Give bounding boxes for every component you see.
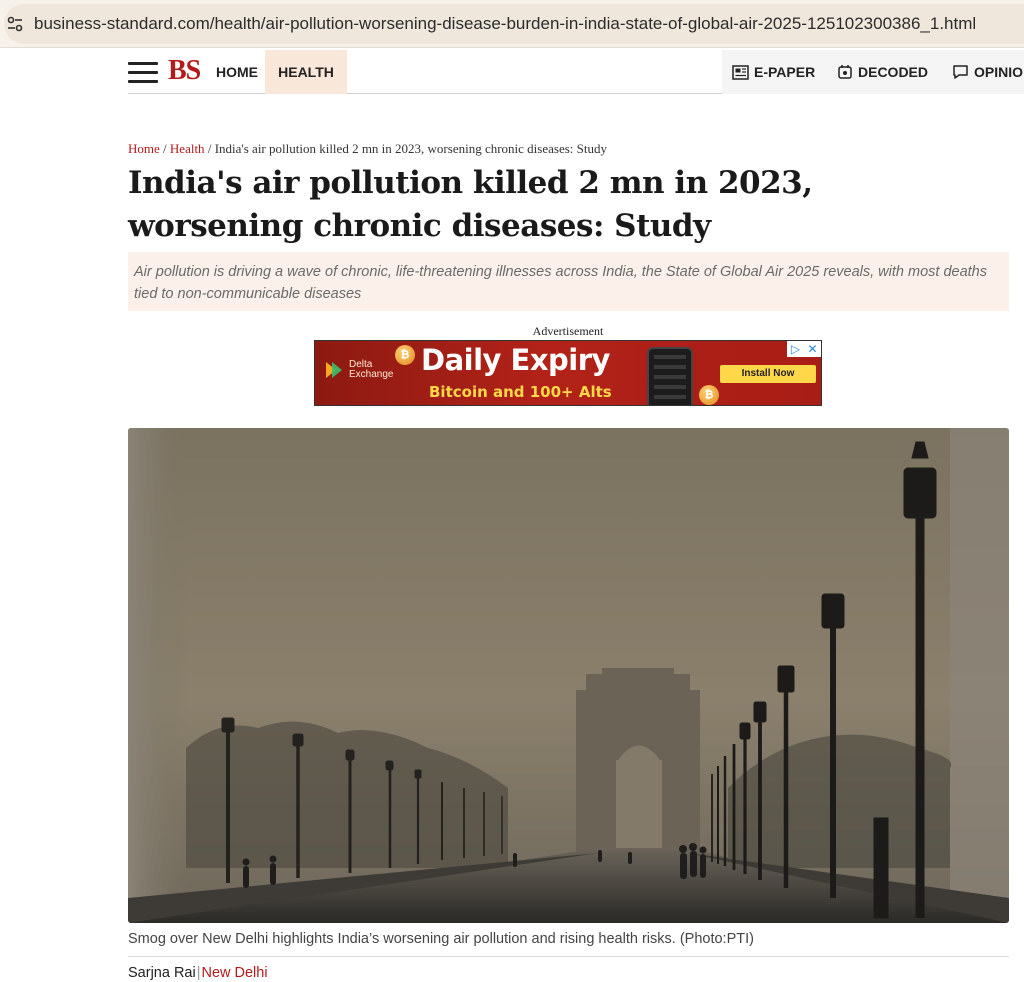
ad-label: Advertisement [532, 324, 604, 338]
site-header: BS HOME HEALTH E-PAPER DECODED OPINIO [128, 50, 1024, 94]
tune-icon[interactable] [6, 15, 24, 33]
hamburger-icon[interactable] [128, 62, 158, 84]
nav-decoded[interactable]: DECODED [837, 64, 928, 80]
browser-address-bar: business-standard.com/health/air-polluti… [0, 0, 1024, 48]
phone-image [647, 347, 693, 405]
ad-brand-line2: Exchange [349, 369, 394, 380]
author-name[interactable]: Sarjna Rai [128, 965, 196, 981]
nav-health[interactable]: HEALTH [265, 50, 347, 94]
nav-epaper[interactable]: E-PAPER [732, 64, 815, 80]
nav-right-group: E-PAPER DECODED OPINIO [722, 50, 1024, 94]
ad-subtitle: Bitcoin and 100+ Alts [429, 383, 612, 401]
newspaper-icon [732, 64, 749, 80]
decoded-icon [837, 64, 853, 80]
breadcrumb-health[interactable]: Health [170, 141, 205, 156]
breadcrumb-separator: / [207, 141, 212, 156]
nav-opinion[interactable]: OPINIO [952, 64, 1023, 80]
close-icon[interactable]: ✕ [804, 341, 821, 357]
breadcrumb-home[interactable]: Home [128, 141, 160, 156]
breadcrumb: Home / Health / India's air pollution ki… [128, 141, 607, 157]
nav-home[interactable]: HOME [216, 64, 258, 80]
byline-separator: | [196, 965, 201, 981]
ad-banner[interactable]: Delta Exchange ₿ ₿ Daily Expiry Bitcoin … [314, 340, 822, 406]
dateline-location[interactable]: New Delhi [201, 965, 267, 981]
article-summary-box: Air pollution is driving a wave of chron… [128, 252, 1009, 311]
speech-bubble-icon [952, 64, 969, 80]
article-headline: India's air pollution killed 2 mn in 202… [128, 165, 813, 244]
ad-title: Daily Expiry [421, 343, 610, 377]
article-photo [128, 428, 1009, 923]
ad-install-button[interactable]: Install Now [720, 365, 816, 383]
article-summary: Air pollution is driving a wave of chron… [134, 264, 987, 302]
breadcrumb-separator: / [163, 141, 167, 156]
url-text[interactable]: business-standard.com/health/air-polluti… [34, 14, 976, 34]
adchoices[interactable]: ▷ ✕ [787, 341, 821, 357]
photo-caption: Smog over New Delhi highlights India’s w… [128, 931, 754, 947]
caption-divider [128, 956, 1009, 957]
delta-logo-icon [323, 359, 345, 381]
adchoices-play-icon[interactable]: ▷ [787, 341, 804, 357]
bitcoin-icon: ₿ [395, 345, 415, 365]
ad-brand: Delta Exchange [323, 359, 393, 381]
bitcoin-icon: ₿ [699, 385, 719, 405]
breadcrumb-current: India's air pollution killed 2 mn in 202… [214, 141, 607, 156]
byline: Sarjna Rai|New Delhi [128, 965, 268, 981]
site-logo[interactable]: BS [168, 55, 201, 87]
